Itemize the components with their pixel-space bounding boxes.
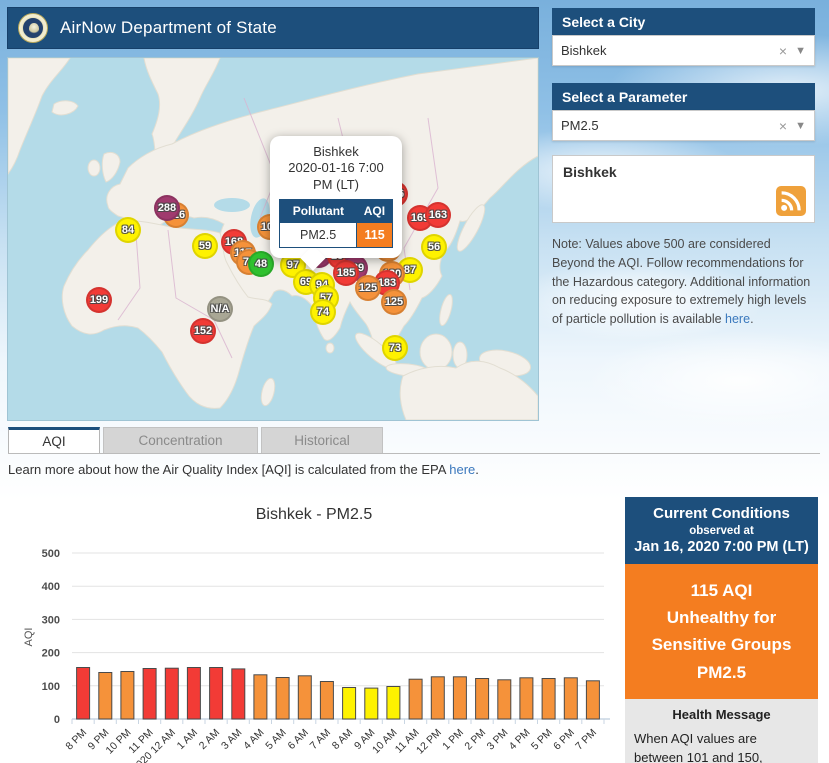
tab-strip: AQI Concentration Historical [8, 427, 820, 454]
sidebar: Select a City Bishkek × ▼ Select a Param… [552, 8, 815, 329]
aqi-category-line2: Sensitive Groups [631, 631, 812, 658]
parameter-clear-icon[interactable]: × [771, 118, 795, 134]
learn-more-here-link[interactable]: here [449, 462, 475, 477]
department-of-state-seal-icon [18, 13, 48, 43]
aqi-marker[interactable]: 288 [154, 195, 180, 221]
rss-icon[interactable] [776, 186, 806, 216]
aqi-pollutant-line: PM2.5 [631, 659, 812, 686]
parameter-select-value: PM2.5 [561, 118, 771, 133]
page: AirNow Department of State [0, 0, 829, 763]
svg-text:1 PM: 1 PM [440, 727, 466, 753]
learn-more-text: Learn more about how the Air Quality Ind… [8, 462, 479, 477]
current-conditions-title: Current Conditions [629, 505, 814, 522]
app-title: AirNow Department of State [60, 18, 277, 38]
svg-text:12 PM: 12 PM [414, 727, 444, 757]
aqi-marker[interactable]: 84 [115, 217, 141, 243]
svg-text:2 AM: 2 AM [197, 727, 222, 752]
svg-text:3 PM: 3 PM [485, 727, 511, 753]
svg-text:6 AM: 6 AM [286, 727, 311, 752]
aqi-category-line1: Unhealthy for [631, 604, 812, 631]
tab-historical[interactable]: Historical [261, 427, 383, 453]
svg-text:200: 200 [42, 648, 60, 660]
svg-text:4 AM: 4 AM [241, 727, 266, 752]
tab-aqi[interactable]: AQI [8, 427, 100, 453]
aqi-marker[interactable]: 56 [421, 234, 447, 260]
aqi-marker[interactable]: 73 [382, 335, 408, 361]
tab-concentration[interactable]: Concentration [103, 427, 258, 453]
map-popup: Bishkek 2020-01-16 7:00 PM (LT) Pollutan… [270, 136, 402, 258]
aqi-marker[interactable]: 152 [190, 318, 216, 344]
current-conditions-header: Current Conditions observed at Jan 16, 2… [625, 497, 818, 564]
svg-text:100: 100 [42, 681, 60, 693]
aqi-value-line: 115 AQI [631, 577, 812, 604]
svg-text:3 AM: 3 AM [219, 727, 244, 752]
aqi-status-block: 115 AQI Unhealthy for Sensitive Groups P… [625, 564, 818, 699]
aqi-marker[interactable]: 199 [86, 287, 112, 313]
aqi-marker[interactable]: 74 [310, 299, 336, 325]
popup-pollutant-value: PM2.5 [280, 222, 357, 247]
aqi-marker[interactable]: 48 [248, 251, 274, 277]
world-map[interactable]: 12628884591681177048108199N/A152N/A16620… [8, 58, 538, 420]
svg-text:6 PM: 6 PM [551, 727, 577, 753]
popup-city: Bishkek [278, 144, 394, 160]
svg-text:10 AM: 10 AM [370, 727, 400, 757]
svg-text:5 PM: 5 PM [529, 727, 555, 753]
note-text: Note: Values above 500 are considered Be… [552, 235, 815, 329]
observed-at-label: observed at [629, 525, 814, 537]
svg-text:7 AM: 7 AM [308, 727, 333, 752]
select-parameter-header: Select a Parameter [552, 83, 815, 110]
observed-timestamp: Jan 16, 2020 7:00 PM (LT) [629, 539, 814, 555]
note-here-link[interactable]: here [725, 312, 750, 326]
city-dropdown-arrow-icon[interactable]: ▼ [795, 45, 806, 57]
svg-text:500: 500 [42, 548, 60, 560]
svg-text:2 PM: 2 PM [462, 727, 488, 753]
svg-text:Bishkek - PM2.5: Bishkek - PM2.5 [256, 506, 373, 523]
aqi-marker[interactable]: 59 [192, 233, 218, 259]
aqi-marker[interactable]: 125 [355, 275, 381, 301]
aqi-marker[interactable]: N/A [207, 296, 233, 322]
popup-aqi-value: 115 [357, 222, 393, 247]
health-message-block: Health Message When AQI values are betwe… [625, 699, 818, 763]
svg-text:0: 0 [54, 714, 60, 726]
aqi-bar-chart: Bishkek - PM2.50100200300400500AQI8 PM9 … [8, 497, 620, 763]
app-header: AirNow Department of State [8, 8, 538, 48]
svg-text:1 AM: 1 AM [175, 727, 200, 752]
popup-time-suffix: PM (LT) [278, 177, 394, 193]
popup-date: 2020-01-16 7:00 [278, 160, 394, 176]
select-city-header: Select a City [552, 8, 815, 35]
aqi-marker[interactable]: 163 [425, 202, 451, 228]
svg-text:8 PM: 8 PM [63, 727, 89, 753]
svg-text:10 PM: 10 PM [104, 727, 134, 757]
svg-text:400: 400 [42, 581, 60, 593]
current-conditions-panel: Current Conditions observed at Jan 16, 2… [625, 497, 818, 763]
popup-col-pollutant: Pollutant [280, 199, 357, 222]
city-clear-icon[interactable]: × [771, 43, 795, 59]
city-select-value: Bishkek [561, 43, 771, 58]
svg-text:AQI: AQI [23, 628, 35, 647]
parameter-select[interactable]: PM2.5 × ▼ [552, 110, 815, 141]
city-select[interactable]: Bishkek × ▼ [552, 35, 815, 66]
city-feed-box: Bishkek [552, 155, 815, 223]
popup-col-aqi: AQI [357, 199, 393, 222]
svg-text:300: 300 [42, 614, 60, 626]
svg-text:4 PM: 4 PM [507, 727, 533, 753]
svg-text:7 PM: 7 PM [573, 727, 599, 753]
svg-text:8 AM: 8 AM [330, 727, 355, 752]
health-message-text: When AQI values are between 101 and 150,… [634, 730, 809, 763]
aqi-chart-svg: Bishkek - PM2.50100200300400500AQI8 PM9 … [8, 497, 620, 763]
health-message-title: Health Message [634, 707, 809, 722]
parameter-dropdown-arrow-icon[interactable]: ▼ [795, 120, 806, 132]
aqi-marker[interactable]: 125 [381, 289, 407, 315]
svg-text:5 AM: 5 AM [263, 727, 288, 752]
popup-table: Pollutant AQI PM2.5 115 [279, 199, 393, 248]
feed-city-title: Bishkek [563, 164, 804, 180]
